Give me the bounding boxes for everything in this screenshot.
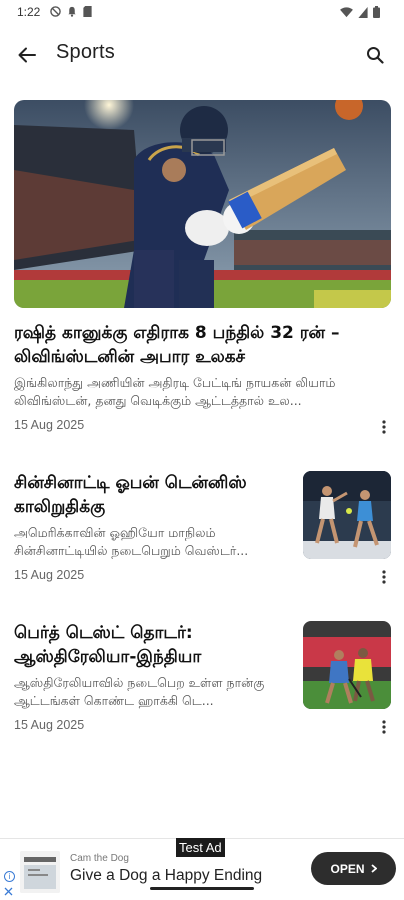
test-ad-label: Test Ad: [176, 838, 225, 857]
list-item-text: சின்சினாட்டி ஓபன் டென்னிஸ் காலிறுதிக்கு …: [14, 471, 289, 560]
more-options-button[interactable]: [377, 568, 391, 586]
status-right-icons: [340, 6, 380, 18]
featured-article-meta: 15 Aug 2025: [14, 416, 391, 438]
article-meta: 15 Aug 2025: [14, 716, 391, 738]
ad-thumbnail: [20, 851, 60, 893]
chevron-right-icon: [370, 864, 377, 873]
more-options-button[interactable]: [377, 418, 391, 436]
sd-card-icon: [83, 6, 92, 17]
arrow-back-icon: [18, 47, 36, 63]
do-not-disturb-icon: [50, 6, 61, 17]
status-time: 1:22: [17, 5, 41, 19]
featured-article-title: ரஷித் கானுக்கு எதிராக 8 பந்தில் 32 ரன் –…: [14, 323, 340, 367]
wifi-icon: [340, 6, 353, 17]
article-summary: ஆஸ்திரேலியாவில் நடைபெற உள்ள நான்கு ஆட்டங…: [14, 675, 265, 708]
list-item[interactable]: பெர்த் டெஸ்ட் தொடர்: ஆஸ்திரேலியா-இந்தியா…: [14, 621, 391, 738]
more-options-button[interactable]: [377, 718, 391, 736]
signal-icon: [358, 6, 368, 18]
notification-bell-icon: [68, 6, 76, 17]
status-bar: 1:22: [0, 0, 404, 26]
article-date: 15 Aug 2025: [14, 718, 85, 732]
page-title: Sports: [56, 41, 116, 63]
ad-info-icon[interactable]: i: [4, 871, 15, 882]
back-button[interactable]: [12, 40, 42, 70]
list-item[interactable]: சின்சினாட்டி ஓபன் டென்னிஸ் காலிறுதிக்கு …: [14, 471, 391, 588]
ad-close-icon[interactable]: [4, 887, 13, 896]
app-bar: Sports: [0, 26, 404, 82]
more-vert-icon: [382, 420, 386, 434]
search-icon: [367, 47, 384, 64]
article-date: 15 Aug 2025: [14, 418, 85, 432]
ad-advertiser: Cam the Dog: [70, 853, 129, 864]
home-indicator[interactable]: [150, 887, 254, 890]
article-summary: அமெரிக்காவின் ஓஹியோ மாநிலம் சின்சினாட்டி…: [14, 525, 249, 558]
more-vert-icon: [382, 720, 386, 734]
article-title: சின்சினாட்டி ஓபன் டென்னிஸ் காலிறுதிக்கு: [14, 473, 247, 517]
article-date: 15 Aug 2025: [14, 568, 85, 582]
featured-article[interactable]: ரஷித் கானுக்கு எதிராக 8 பந்தில் 32 ரன் –…: [14, 100, 391, 438]
ad-open-button[interactable]: OPEN: [311, 852, 396, 885]
article-title: பெர்த் டெஸ்ட் தொடர்: ஆஸ்திரேலியா-இந்தியா: [14, 623, 202, 667]
ad-headline: Give a Dog a Happy Ending: [70, 867, 263, 884]
article-thumbnail: [303, 471, 391, 559]
status-left-icons: [50, 6, 92, 17]
battery-icon: [373, 6, 380, 18]
featured-article-summary: இங்கிலாந்து அணியின் அதிரடி பேட்டிங் நாயக…: [14, 375, 336, 408]
more-vert-icon: [382, 570, 386, 584]
article-thumbnail: [303, 621, 391, 709]
search-button[interactable]: [360, 40, 390, 70]
list-item-text: பெர்த் டெஸ்ட் தொடர்: ஆஸ்திரேலியா-இந்தியா…: [14, 621, 289, 710]
article-meta: 15 Aug 2025: [14, 566, 391, 588]
ad-open-label: OPEN: [330, 861, 365, 876]
featured-article-image: [14, 100, 391, 308]
